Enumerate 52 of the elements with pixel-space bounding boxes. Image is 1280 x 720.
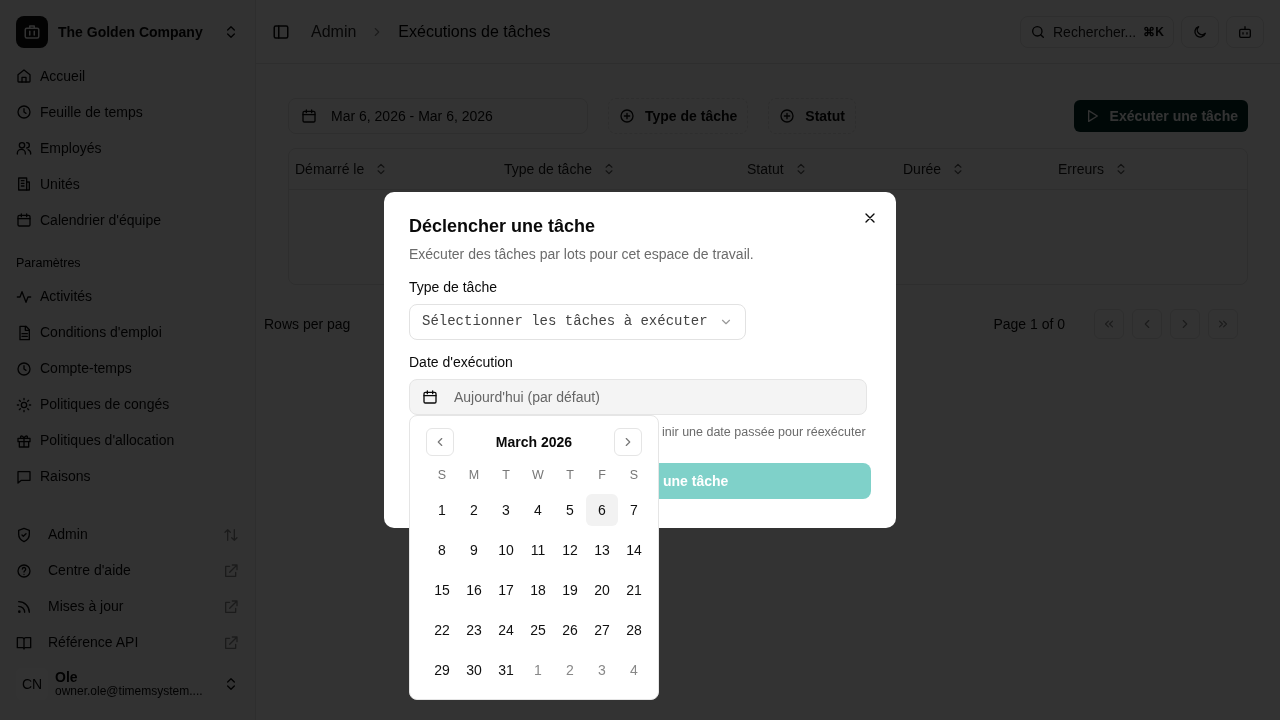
- calendar-day[interactable]: 15: [426, 574, 458, 606]
- calendar-day[interactable]: 16: [458, 574, 490, 606]
- next-month-button[interactable]: [614, 428, 642, 456]
- calendar-day[interactable]: 9: [458, 534, 490, 566]
- calendar-day[interactable]: 14: [618, 534, 650, 566]
- calendar-day[interactable]: 12: [554, 534, 586, 566]
- calendar-day[interactable]: 17: [490, 574, 522, 606]
- weekday-label: M: [467, 467, 481, 484]
- month-title: March 2026: [495, 432, 573, 452]
- calendar-day[interactable]: 28: [618, 614, 650, 646]
- calendar-day[interactable]: 1: [522, 654, 554, 686]
- calendar-day[interactable]: 7: [618, 494, 650, 526]
- weekday-label: S: [628, 467, 640, 484]
- dialog-title: Déclencher une tâche: [409, 216, 597, 238]
- date-field[interactable]: Aujourd'hui (par défaut): [409, 378, 867, 415]
- weekday-label: W: [531, 467, 545, 484]
- calendar-day[interactable]: 4: [618, 654, 650, 686]
- calendar-day[interactable]: 18: [522, 574, 554, 606]
- calendar-day[interactable]: 10: [490, 534, 522, 566]
- calendar-day[interactable]: 26: [554, 614, 586, 646]
- calendar-day[interactable]: 31: [490, 654, 522, 686]
- calendar-day[interactable]: 29: [426, 654, 458, 686]
- calendar-day[interactable]: 3: [586, 654, 618, 686]
- calendar-day[interactable]: 21: [618, 574, 650, 606]
- calendar-day[interactable]: 30: [458, 654, 490, 686]
- calendar-day[interactable]: 22: [426, 614, 458, 646]
- field-label: Type de tâche: [409, 277, 498, 297]
- calendar-day[interactable]: 19: [554, 574, 586, 606]
- task-type-select[interactable]: Sélectionner les tâches à exécuter: [409, 303, 746, 340]
- previous-month-button[interactable]: [426, 428, 454, 456]
- calendar-day[interactable]: 8: [426, 534, 458, 566]
- weekday-label: F: [597, 467, 607, 484]
- calendar-day[interactable]: 25: [522, 614, 554, 646]
- help-text: inir une date passée pour réexécuter: [662, 423, 867, 441]
- weekday-label: T: [565, 467, 575, 484]
- calendar-day[interactable]: 3: [490, 494, 522, 526]
- calendar-day[interactable]: 27: [586, 614, 618, 646]
- field-label: Date d'exécution: [409, 352, 514, 372]
- calendar-day[interactable]: 1: [426, 494, 458, 526]
- calendar-day[interactable]: 13: [586, 534, 618, 566]
- dialog-description: Exécuter des tâches par lots pour cet espace de travail.: [409, 244, 755, 264]
- calendar-day[interactable]: 2: [458, 494, 490, 526]
- calendar-day[interactable]: 6: [586, 494, 618, 526]
- weekday-label: S: [436, 467, 448, 484]
- weekday-label: T: [501, 467, 511, 484]
- calendar-day[interactable]: 24: [490, 614, 522, 646]
- calendar-day[interactable]: 4: [522, 494, 554, 526]
- calendar-day[interactable]: 2: [554, 654, 586, 686]
- calendar-day[interactable]: 11: [522, 534, 554, 566]
- calendar-day[interactable]: 20: [586, 574, 618, 606]
- calendar-day[interactable]: 23: [458, 614, 490, 646]
- calendar-day[interactable]: 5: [554, 494, 586, 526]
